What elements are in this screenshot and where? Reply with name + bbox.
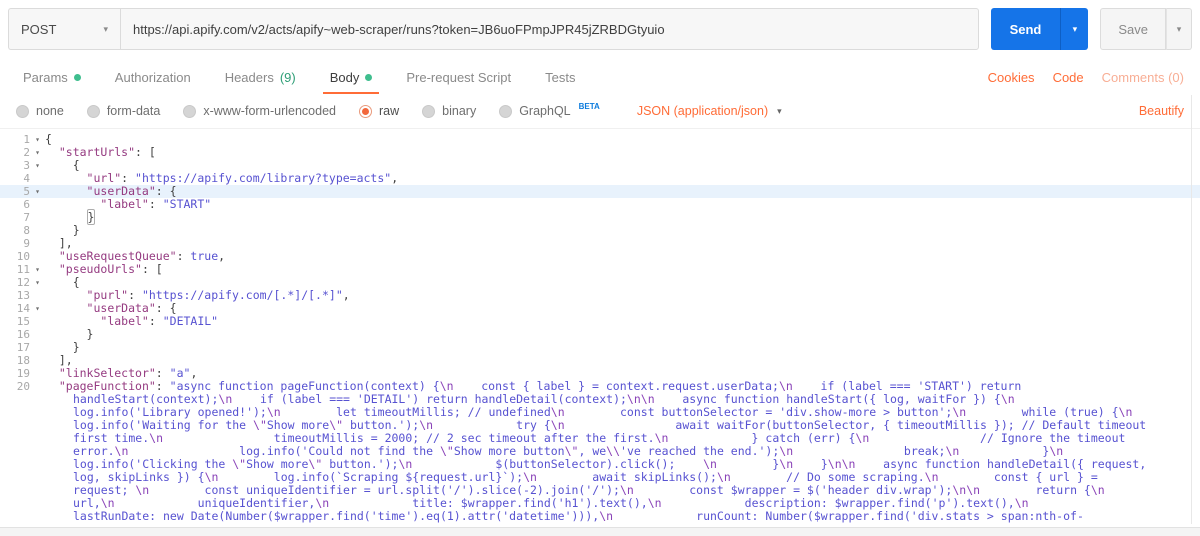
radio-x-www-form-urlencoded[interactable]: x-www-form-urlencoded: [183, 104, 336, 118]
tab-pre-request-script[interactable]: Pre-request Script: [399, 60, 518, 94]
url-input[interactable]: https://api.apify.com/v2/acts/apify~web-…: [120, 8, 979, 50]
fold-arrow-icon[interactable]: ▾: [30, 146, 45, 159]
radio-selected-icon: [359, 104, 372, 118]
headers-count: (9): [279, 69, 296, 85]
radio-icon: [183, 104, 197, 118]
green-dot-icon: [73, 73, 81, 81]
comments-link[interactable]: Comments (0): [1102, 70, 1184, 85]
fold-gutter: [30, 354, 45, 367]
save-options-button[interactable]: ▾: [1166, 8, 1192, 50]
code-line[interactable]: 20 "pageFunction": "async function pageF…: [0, 380, 1200, 525]
radio-label: none: [36, 104, 64, 118]
tab-label: Tests: [545, 69, 576, 85]
fold-arrow-icon[interactable]: ▾: [30, 276, 45, 289]
send-button[interactable]: Send: [990, 8, 1061, 50]
fold-gutter: [30, 380, 45, 524]
code-line[interactable]: 4 "url": "https://apify.com/library?type…: [0, 172, 1200, 186]
fold-gutter: [30, 341, 45, 354]
request-url-row: POST ▾ https://api.apify.com/v2/acts/api…: [8, 8, 1192, 50]
code-line[interactable]: 13 "purl": "https://apify.com/[.*]/[.*]"…: [0, 289, 1200, 303]
send-options-button[interactable]: ▾: [1060, 8, 1089, 50]
method-select[interactable]: POST ▾: [8, 8, 120, 50]
fold-gutter: [30, 315, 45, 328]
radio-icon: [16, 104, 29, 118]
save-button-group: Save ▾: [1100, 8, 1192, 50]
fold-arrow-icon[interactable]: ▾: [30, 263, 45, 276]
tab-label: Body: [329, 69, 360, 85]
code-line[interactable]: 7 }: [0, 209, 1200, 225]
radio-label: form-data: [106, 104, 161, 118]
fold-gutter: [30, 250, 45, 263]
green-dot-icon: [365, 73, 373, 81]
fold-arrow-icon[interactable]: ▾: [30, 133, 45, 146]
fold-gutter: [30, 211, 45, 224]
fold-arrow-icon[interactable]: ▾: [30, 185, 45, 198]
chevron-down-icon: ▾: [1072, 23, 1078, 34]
postman-request-builder: POST ▾ https://api.apify.com/v2/acts/api…: [0, 0, 1200, 536]
chevron-down-icon: ▾: [1176, 23, 1182, 34]
fold-arrow-icon[interactable]: ▾: [30, 302, 45, 315]
code-line[interactable]: 16 }: [0, 328, 1200, 342]
request-tabs: Params Authorization Headers (9) Body Pr…: [16, 60, 1184, 94]
method-value: POST: [21, 21, 57, 37]
tabs-right-links: Cookies Code Comments (0): [988, 60, 1184, 94]
code-link[interactable]: Code: [1053, 70, 1084, 85]
tab-authorization[interactable]: Authorization: [108, 60, 198, 94]
radio-icon: [422, 104, 436, 118]
radio-form-data[interactable]: form-data: [86, 104, 161, 118]
body-type-row: none form-data x-www-form-urlencoded raw…: [16, 95, 1184, 127]
tab-tests[interactable]: Tests: [538, 60, 582, 94]
tab-label: Pre-request Script: [406, 69, 512, 85]
code-line[interactable]: 15 "label": "DETAIL": [0, 315, 1200, 329]
send-label: Send: [1009, 21, 1042, 37]
radio-raw[interactable]: raw: [359, 104, 399, 118]
fold-gutter: [30, 289, 45, 302]
code-line[interactable]: 8 }: [0, 224, 1200, 238]
fold-gutter: [30, 367, 45, 380]
code-editor[interactable]: 1 ▾{2 ▾ "startUrls": [3 ▾ {4 "url": "https:…: [0, 128, 1200, 524]
cookies-link[interactable]: Cookies: [988, 70, 1035, 85]
radio-label: x-www-form-urlencoded: [203, 104, 336, 118]
content-type-select[interactable]: JSON (application/json) ▾: [637, 104, 782, 118]
save-label: Save: [1118, 21, 1148, 37]
bottom-strip: [0, 527, 1200, 536]
chevron-down-icon: ▾: [103, 23, 108, 34]
url-value: https://api.apify.com/v2/acts/apify~web-…: [133, 21, 665, 37]
code-line[interactable]: 10 "useRequestQueue": true,: [0, 250, 1200, 264]
radio-label: GraphQL: [519, 104, 571, 118]
radio-none[interactable]: none: [16, 104, 64, 118]
editor-right-edge: [1191, 95, 1192, 524]
fold-gutter: [30, 237, 45, 250]
tab-body[interactable]: Body: [323, 60, 380, 94]
code-line[interactable]: 17 }: [0, 341, 1200, 355]
tab-headers[interactable]: Headers (9): [218, 60, 303, 94]
tab-params[interactable]: Params: [16, 60, 88, 94]
code-line[interactable]: 11 ▾ "pseudoUrls": [: [0, 263, 1200, 277]
tab-label: Headers: [224, 69, 274, 85]
fold-gutter: [30, 328, 45, 341]
radio-graphql[interactable]: GraphQL BETA: [499, 101, 600, 118]
tab-label: Params: [23, 69, 68, 85]
code-line[interactable]: 2 ▾ "startUrls": [: [0, 146, 1200, 160]
tab-label: Authorization: [114, 69, 191, 85]
radio-icon: [499, 104, 513, 118]
radio-binary[interactable]: binary: [422, 104, 476, 118]
radio-icon: [86, 104, 100, 118]
fold-arrow-icon[interactable]: ▾: [30, 159, 45, 172]
fold-gutter: [30, 198, 45, 211]
content-type-value: JSON (application/json): [636, 104, 769, 118]
fold-gutter: [30, 224, 45, 237]
radio-label: binary: [442, 104, 477, 118]
radio-label: raw: [379, 104, 400, 118]
beautify-button[interactable]: Beautify: [1139, 104, 1184, 118]
code-line[interactable]: 1 ▾{: [0, 133, 1200, 147]
fold-gutter: [30, 172, 45, 185]
chevron-down-icon: ▾: [777, 105, 782, 116]
send-button-group: Send ▾: [990, 8, 1089, 50]
code-line[interactable]: 6 "label": "START": [0, 198, 1200, 212]
save-button[interactable]: Save: [1100, 8, 1166, 50]
beta-badge: BETA: [578, 101, 600, 111]
